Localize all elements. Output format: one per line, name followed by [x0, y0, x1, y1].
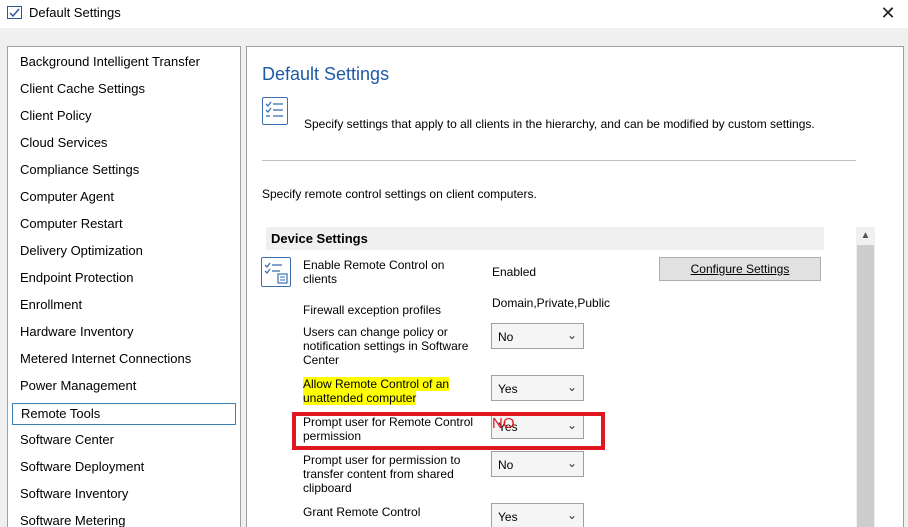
- remote-control-intro: Specify remote control settings on clien…: [262, 187, 537, 201]
- window-title: Default Settings: [29, 5, 121, 20]
- prompt-clipboard-label: Prompt user for permission to transfer c…: [303, 453, 461, 495]
- nav-item-computer-agent[interactable]: Computer Agent: [12, 187, 236, 209]
- configure-settings-button-label: Configure Settings: [690, 262, 790, 276]
- section-divider: [262, 160, 856, 161]
- settings-window-icon: [7, 6, 22, 19]
- allow-unattended-label-text: Allow Remote Control of an unattended co…: [303, 377, 450, 405]
- page-title: Default Settings: [262, 64, 390, 84]
- close-button[interactable]: ✕: [868, 0, 908, 28]
- nav-item-cloud-services[interactable]: Cloud Services: [12, 133, 236, 155]
- enable-remote-control-value: Enabled: [492, 265, 537, 279]
- title-bar: Default Settings ✕: [0, 0, 908, 28]
- users-change-policy-label: Users can change policy or notification …: [303, 325, 469, 367]
- prompt-clipboard-selected: No: [498, 458, 514, 472]
- scrollbar-thumb[interactable]: [857, 245, 874, 527]
- grant-remote-control-dropdown[interactable]: Yes ⌄: [491, 503, 584, 527]
- users-change-policy-dropdown[interactable]: No ⌄: [491, 323, 584, 349]
- nav-item-software-inventory[interactable]: Software Inventory: [12, 484, 236, 506]
- nav-item-endpoint-protection[interactable]: Endpoint Protection: [12, 268, 236, 290]
- settings-nav-list: Background Intelligent Transfer Client C…: [7, 46, 241, 527]
- firewall-exception-value: Domain,Private,Public: [492, 296, 611, 310]
- allow-unattended-label: Allow Remote Control of an unattended co…: [303, 377, 488, 405]
- device-settings-header: Device Settings: [266, 227, 824, 250]
- nav-item-computer-restart[interactable]: Computer Restart: [12, 214, 236, 236]
- nav-item-enrollment[interactable]: Enrollment: [12, 295, 236, 317]
- nav-item-remote-tools[interactable]: Remote Tools: [12, 403, 236, 425]
- panel-right-margin: [875, 227, 902, 527]
- allow-unattended-selected: Yes: [498, 382, 518, 396]
- nav-item-compliance-settings[interactable]: Compliance Settings: [12, 160, 236, 182]
- configure-settings-button[interactable]: Configure Settings: [659, 257, 821, 281]
- settings-main-panel: Default Settings Specify settings that a…: [246, 46, 904, 527]
- chevron-down-icon: ⌄: [566, 328, 577, 342]
- nav-item-client-policy[interactable]: Client Policy: [12, 106, 236, 128]
- nav-item-software-metering[interactable]: Software Metering: [12, 511, 236, 527]
- enable-remote-control-label: Enable Remote Control on clients: [303, 258, 445, 286]
- remote-control-setting-icon: [261, 257, 291, 287]
- nav-item-delivery-optimization[interactable]: Delivery Optimization: [12, 241, 236, 263]
- nav-item-software-center[interactable]: Software Center: [12, 430, 236, 452]
- annotation-red-box: [292, 412, 605, 450]
- grant-remote-control-label: Grant Remote Control: [303, 505, 421, 519]
- nav-item-client-cache-settings[interactable]: Client Cache Settings: [12, 79, 236, 101]
- nav-item-metered-internet-connections[interactable]: Metered Internet Connections: [12, 349, 236, 371]
- users-change-policy-selected: No: [498, 330, 514, 344]
- chevron-down-icon: ⌄: [566, 380, 577, 394]
- nav-item-hardware-inventory[interactable]: Hardware Inventory: [12, 322, 236, 344]
- grant-remote-control-selected: Yes: [498, 510, 518, 524]
- settings-description: Specify settings that apply to all clien…: [304, 117, 815, 131]
- nav-item-power-management[interactable]: Power Management: [12, 376, 236, 398]
- nav-item-background-intelligent-transfer[interactable]: Background Intelligent Transfer: [12, 52, 236, 74]
- scroll-up-arrow-icon[interactable]: ▲: [856, 227, 875, 245]
- nav-item-software-deployment[interactable]: Software Deployment: [12, 457, 236, 479]
- firewall-exception-label: Firewall exception profiles: [303, 303, 442, 317]
- chevron-down-icon: ⌄: [566, 508, 577, 522]
- allow-unattended-dropdown[interactable]: Yes ⌄: [491, 375, 584, 401]
- chevron-down-icon: ⌄: [566, 456, 577, 470]
- prompt-clipboard-dropdown[interactable]: No ⌄: [491, 451, 584, 477]
- settings-list-icon: [262, 97, 288, 125]
